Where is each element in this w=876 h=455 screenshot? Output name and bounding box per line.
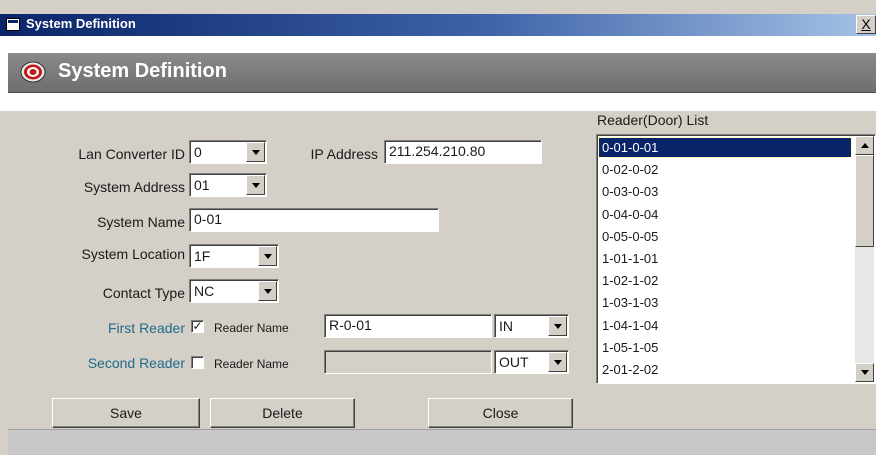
lan-converter-id-select[interactable]: 0 bbox=[189, 140, 267, 164]
system-name-label: System Name bbox=[97, 214, 185, 230]
first-reader-name-label: Reader Name bbox=[214, 321, 289, 335]
target-logo-icon bbox=[20, 61, 46, 83]
reader-list-item[interactable]: 1-04-1-04 bbox=[599, 316, 851, 335]
reader-list-item[interactable]: 2-01-2-02 bbox=[599, 360, 851, 379]
title-bar[interactable]: System Definition X bbox=[0, 14, 876, 36]
scroll-thumb[interactable] bbox=[855, 155, 874, 247]
second-reader-label: Second Reader bbox=[87, 355, 185, 371]
header-banner: System Definition bbox=[0, 36, 876, 111]
save-button[interactable]: Save bbox=[52, 398, 200, 428]
reader-list-item[interactable]: 1-05-1-05 bbox=[599, 338, 851, 357]
reader-list-item[interactable]: 0-04-0-04 bbox=[599, 205, 851, 224]
system-definition-window: System Definition X System Definition La… bbox=[0, 0, 876, 455]
second-reader-name-input[interactable] bbox=[324, 350, 492, 374]
chevron-down-icon[interactable] bbox=[246, 175, 265, 195]
scroll-up-icon[interactable] bbox=[855, 136, 874, 155]
ip-address-input[interactable]: 211.254.210.80 bbox=[384, 140, 542, 164]
window-title: System Definition bbox=[26, 16, 136, 31]
window-icon[interactable] bbox=[6, 18, 20, 31]
second-reader-name-label: Reader Name bbox=[214, 357, 289, 371]
lan-converter-id-label: Lan Converter ID bbox=[78, 146, 185, 162]
system-location-select[interactable]: 1F bbox=[189, 244, 279, 268]
chevron-down-icon[interactable] bbox=[548, 316, 567, 336]
close-button[interactable]: Close bbox=[428, 398, 573, 428]
reader-list-title: Reader(Door) List bbox=[597, 112, 709, 128]
first-reader-label: First Reader bbox=[107, 320, 185, 336]
page-title: System Definition bbox=[58, 60, 227, 82]
reader-list-item[interactable]: 1-02-1-02 bbox=[599, 271, 851, 290]
delete-button[interactable]: Delete bbox=[210, 398, 355, 428]
ip-address-label: IP Address bbox=[310, 146, 378, 162]
scroll-down-icon[interactable] bbox=[855, 363, 874, 382]
reader-door-list[interactable]: 0-01-0-01 0-02-0-02 0-03-0-03 0-04-0-04 0-05… bbox=[596, 134, 876, 384]
reader-list-item[interactable]: 1-01-1-01 bbox=[599, 249, 851, 268]
first-reader-direction-select[interactable]: IN bbox=[494, 314, 569, 338]
reader-list-scrollbar[interactable] bbox=[855, 136, 874, 382]
second-reader-checkbox[interactable] bbox=[191, 356, 204, 369]
system-address-label: System Address bbox=[83, 179, 185, 195]
second-reader-direction-select[interactable]: OUT bbox=[494, 350, 569, 374]
first-reader-name-input[interactable]: R-0-01 bbox=[324, 314, 492, 338]
first-reader-checkbox[interactable]: ✓ bbox=[191, 320, 204, 333]
chevron-down-icon[interactable] bbox=[258, 246, 277, 266]
reader-list-item[interactable]: 0-05-0-05 bbox=[599, 227, 851, 246]
reader-list-item[interactable]: 0-03-0-03 bbox=[599, 182, 851, 201]
reader-list-item[interactable]: 0-02-0-02 bbox=[599, 160, 851, 179]
reader-list-item[interactable]: 1-03-1-03 bbox=[599, 293, 851, 312]
system-location-label: System Location bbox=[81, 246, 186, 262]
chevron-down-icon[interactable] bbox=[246, 142, 265, 162]
status-strip bbox=[8, 429, 876, 455]
chevron-down-icon[interactable] bbox=[548, 352, 567, 372]
window-close-button[interactable]: X bbox=[856, 15, 876, 34]
contact-type-select[interactable]: NC bbox=[189, 279, 279, 303]
system-name-input[interactable]: 0-01 bbox=[189, 208, 439, 232]
chevron-down-icon[interactable] bbox=[258, 281, 277, 301]
system-address-select[interactable]: 01 bbox=[189, 173, 267, 197]
contact-type-label: Contact Type bbox=[102, 285, 185, 301]
reader-list-item[interactable]: 0-01-0-01 bbox=[598, 137, 852, 158]
